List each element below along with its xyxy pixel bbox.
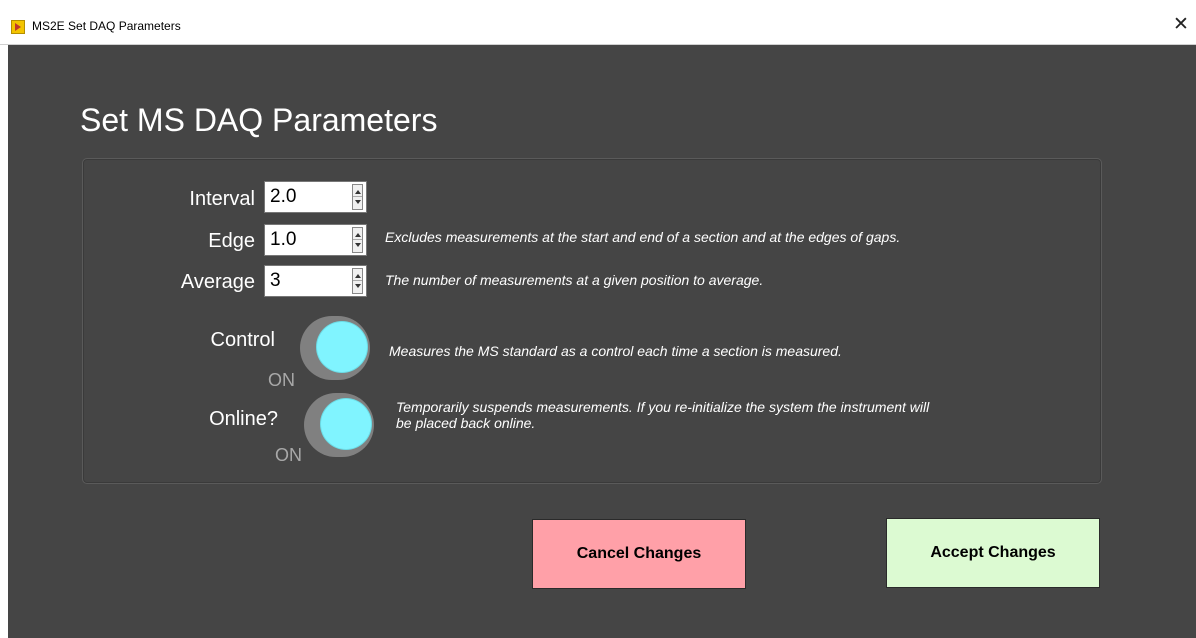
parameters-panel: Interval 2.0 Edge 1.0 Excludes measureme… <box>82 158 1102 484</box>
average-spinner[interactable] <box>352 268 363 294</box>
interval-label: Interval <box>189 188 255 210</box>
control-label: Control <box>210 329 275 351</box>
edge-numeric-input[interactable]: 1.0 <box>264 224 367 256</box>
spin-up-icon[interactable] <box>355 233 361 237</box>
edge-spinner[interactable] <box>352 227 363 253</box>
online-description-line1: Temporarily suspends measurements. If yo… <box>396 399 930 415</box>
spin-up-icon[interactable] <box>355 190 361 194</box>
average-value: 3 <box>270 270 281 291</box>
interval-spinner[interactable] <box>352 184 363 210</box>
spin-divider <box>353 239 362 240</box>
online-toggle-knob[interactable] <box>321 399 371 449</box>
spin-down-icon[interactable] <box>355 284 361 288</box>
average-label: Average <box>180 271 255 293</box>
interval-value: 2.0 <box>270 186 297 207</box>
online-state: ON <box>275 445 302 465</box>
average-description: The number of measurements at a given po… <box>385 272 764 288</box>
online-description-line2: be placed back online. <box>396 415 536 431</box>
control-toggle[interactable] <box>300 316 370 380</box>
edge-description: Excludes measurements at the start and e… <box>385 229 901 245</box>
cancel-changes-button[interactable]: Cancel Changes <box>532 519 746 589</box>
labview-app-icon <box>11 20 25 34</box>
close-icon[interactable]: ✕ <box>1170 14 1192 36</box>
page-title: Set MS DAQ Parameters <box>80 102 438 138</box>
control-description: Measures the MS standard as a control ea… <box>389 343 842 359</box>
dialog-body: Set MS DAQ Parameters Interval 2.0 Edge … <box>8 45 1196 638</box>
spin-down-icon[interactable] <box>355 200 361 204</box>
edge-label: Edge <box>208 230 255 252</box>
online-toggle[interactable] <box>304 393 374 457</box>
interval-numeric-input[interactable]: 2.0 <box>264 181 367 213</box>
title-bar: MS2E Set DAQ Parameters ✕ <box>0 0 1196 45</box>
window-title: MS2E Set DAQ Parameters <box>32 19 181 33</box>
control-toggle-knob[interactable] <box>317 322 367 372</box>
online-label: Online? <box>209 408 278 430</box>
spin-down-icon[interactable] <box>355 243 361 247</box>
control-state: ON <box>268 370 295 390</box>
edge-value: 1.0 <box>270 229 297 250</box>
accept-changes-button[interactable]: Accept Changes <box>886 518 1100 588</box>
spin-divider <box>353 280 362 281</box>
average-numeric-input[interactable]: 3 <box>264 265 367 297</box>
spin-up-icon[interactable] <box>355 274 361 278</box>
spin-divider <box>353 196 362 197</box>
